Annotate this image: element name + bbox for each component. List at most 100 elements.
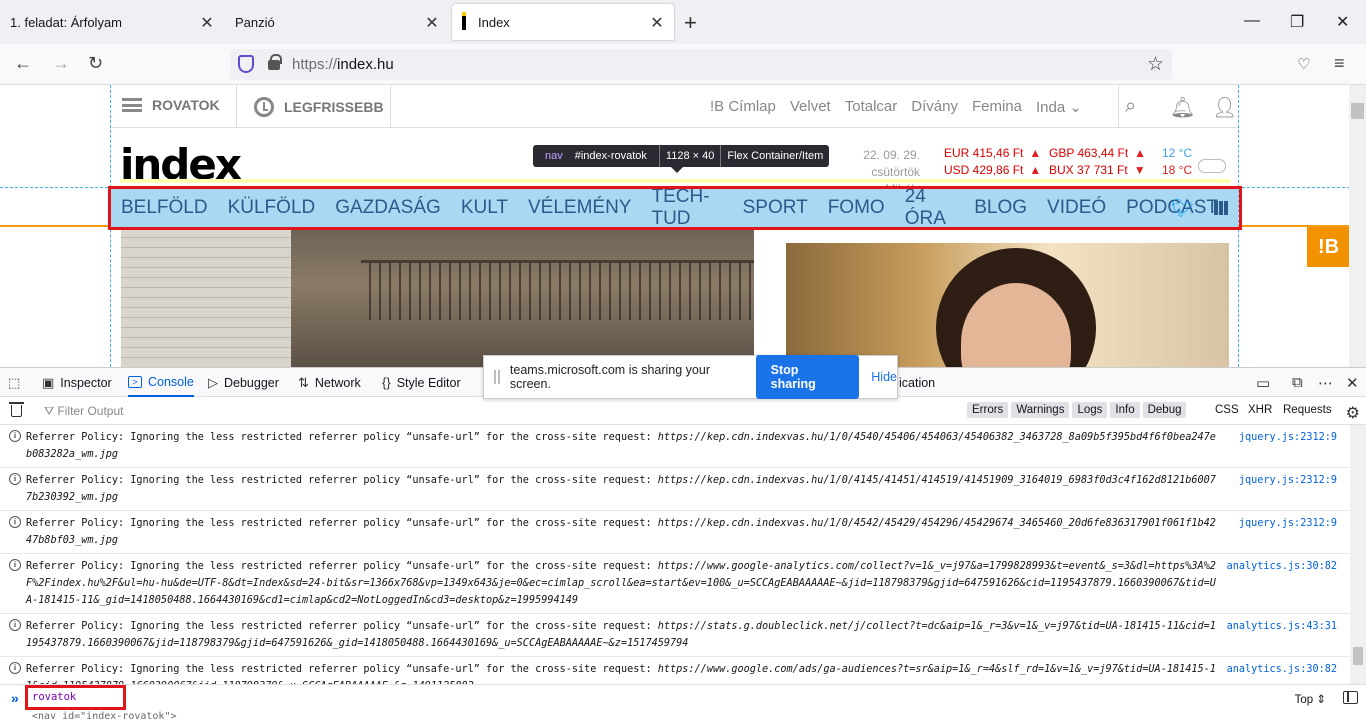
search-icon[interactable]: ⌕ (1125, 95, 1136, 118)
message-source-link[interactable]: jquery.js:2312:9 (1239, 429, 1337, 446)
console-message[interactable]: i Referrer Policy: Ignoring the less rest… (0, 554, 1350, 614)
info-icon: i (9, 430, 21, 442)
browser-tab-arfolyam[interactable]: 1. feladat: Árfolyam ✕ (0, 4, 224, 40)
menu-icon[interactable]: ≡ (1334, 53, 1345, 74)
eur-rate: EUR 415,46 Ft (944, 146, 1024, 160)
sidebar-toggle-icon[interactable] (1343, 691, 1358, 704)
more-options-icon[interactable]: ⋯ (1318, 374, 1333, 392)
window-close-icon[interactable]: ✕ (1336, 12, 1349, 32)
minimize-icon[interactable]: — (1244, 12, 1260, 30)
link-ib-cimlap[interactable]: !B Címlap (710, 98, 776, 116)
scrollbar-thumb[interactable] (1353, 647, 1363, 665)
close-icon[interactable]: ✕ (198, 13, 216, 33)
temp-low: 12 °C (1162, 146, 1193, 160)
console-message[interactable]: i Referrer Policy: Ignoring the less rest… (0, 614, 1350, 657)
stop-sharing-button[interactable]: Stop sharing (755, 355, 860, 399)
back-arrow-icon[interactable]: ← (14, 53, 32, 74)
bell-icon[interactable]: 🔔︎ (1170, 95, 1195, 120)
ib-badge[interactable]: !B (1307, 227, 1350, 267)
browser-tab-index[interactable]: Index ✕ (452, 4, 674, 40)
message-source-link[interactable]: analytics.js:30:82 (1227, 661, 1337, 678)
close-icon[interactable]: ✕ (423, 13, 441, 33)
info-icon: i (9, 559, 21, 571)
tab-title: 1. feladat: Árfolyam (10, 14, 122, 30)
forward-arrow-icon[interactable]: → (52, 53, 70, 74)
lock-icon[interactable] (268, 54, 282, 70)
filter-errors-button[interactable]: Errors (967, 402, 1009, 418)
filter-info-button[interactable]: Info (1110, 402, 1140, 418)
article-image-portrait[interactable] (786, 243, 1229, 367)
gear-icon[interactable]: ⚙ (1346, 403, 1360, 423)
page-scrollbar[interactable] (1349, 85, 1366, 367)
url-text[interactable]: https://index.hu (292, 56, 394, 73)
console-message[interactable]: i Referrer Policy: Ignoring the less rest… (0, 468, 1350, 511)
tab-application[interactable]: ication (899, 368, 935, 397)
console-message[interactable]: i Referrer Policy: Ignoring the less rest… (0, 425, 1350, 468)
maximize-icon[interactable]: ❐ (1290, 12, 1304, 32)
filter-warnings-button[interactable]: Warnings (1011, 402, 1070, 418)
filter-requests-button[interactable]: Requests (1283, 404, 1332, 416)
tab-console[interactable]: > Console (128, 368, 194, 397)
pocket-icon[interactable]: ♡ (1297, 55, 1310, 73)
filter-xhr-button[interactable]: XHR (1248, 404, 1272, 416)
close-icon[interactable]: ✕ (648, 13, 666, 33)
filter-logs-button[interactable]: Logs (1072, 402, 1108, 418)
filter-output-input[interactable]: ⛛ Filter Output (44, 404, 123, 419)
usd-rate: USD 429,86 Ft (944, 163, 1024, 177)
console-message[interactable]: i Referrer Policy: Ignoring the less rest… (0, 657, 1350, 684)
tab-style-editor[interactable]: {} Style Editor (382, 368, 461, 397)
tab-debugger[interactable]: ▷ Debugger (208, 368, 279, 397)
legfrissebb-button[interactable]: LEGFRISSEBB (254, 97, 384, 117)
message-source-link[interactable]: jquery.js:2312:9 (1239, 515, 1337, 532)
rovatok-menu-button[interactable]: ROVATOK (122, 97, 220, 113)
hide-button[interactable]: Hide (871, 370, 897, 384)
responsive-design-icon[interactable]: ▭ (1256, 374, 1270, 392)
message-prefix: Referrer Policy: Ignoring the less restr… (26, 518, 658, 529)
exchange-rates-left[interactable]: EUR 415,46 Ft ▲ USD 429,86 Ft ▲ (944, 145, 1041, 179)
annotation-highlight-box (25, 685, 126, 710)
shield-icon[interactable] (238, 55, 254, 73)
tab-network[interactable]: ⇅ Network (298, 368, 361, 397)
tab-inspector[interactable]: ▣ Inspector (42, 368, 112, 397)
reload-icon[interactable]: ↻ (88, 53, 103, 74)
link-velvet[interactable]: Velvet (790, 98, 831, 116)
link-inda[interactable]: Inda ⌄ (1036, 98, 1082, 116)
user-icon[interactable]: 👤︎ (1212, 95, 1237, 120)
new-tab-icon[interactable]: + (684, 10, 697, 36)
article-image-building[interactable] (121, 230, 754, 367)
message-prefix: Referrer Policy: Ignoring the less restr… (26, 621, 658, 632)
link-femina[interactable]: Femina (972, 98, 1022, 116)
devtools-panel: ⬚ ▣ Inspector > Console ▷ Debugger ⇅ Network… (0, 367, 1366, 724)
network-icon: ⇅ (298, 374, 309, 390)
link-divany[interactable]: Dívány (911, 98, 958, 116)
console-message[interactable]: i Referrer Policy: Ignoring the less rest… (0, 511, 1350, 554)
site-header: ROVATOK LEGFRISSEBB !B Címlap Velvet Tot… (110, 85, 1240, 128)
weather-widget[interactable]: 12 °C 18 °C (1162, 145, 1192, 179)
page-viewport: ROVATOK LEGFRISSEBB !B Címlap Velvet Tot… (0, 85, 1366, 367)
message-source-link[interactable]: analytics.js:43:31 (1227, 618, 1337, 635)
inspector-tooltip: nav #index-rovatok 1128 × 40 Flex Contain… (533, 145, 830, 173)
filter-css-button[interactable]: CSS (1215, 404, 1239, 416)
url-bar[interactable]: https://index.hu ☆ (230, 49, 1172, 80)
console-scrollbar[interactable] (1350, 425, 1366, 684)
dock-icon[interactable]: ⧉ (1292, 374, 1303, 391)
drag-handle-icon[interactable] (494, 370, 500, 384)
arrow-down-icon: ▼ (1133, 163, 1146, 177)
context-selector[interactable]: Top ⇕ (1295, 692, 1326, 706)
debugger-icon: ▷ (208, 374, 218, 390)
element-picker-icon[interactable]: ⬚ (8, 368, 20, 397)
arrow-up-icon: ▲ (1029, 163, 1042, 177)
console-result[interactable]: <nav id="index-rovatok"> (32, 711, 177, 722)
trash-icon[interactable] (9, 402, 24, 417)
link-totalcar[interactable]: Totalcar (845, 98, 898, 116)
close-devtools-icon[interactable]: ✕ (1346, 374, 1359, 392)
message-prefix: Referrer Policy: Ignoring the less restr… (26, 475, 658, 486)
bookmark-star-icon[interactable]: ☆ (1147, 53, 1164, 76)
exchange-rates-right[interactable]: GBP 463,44 Ft ▲ BUX 37 731 Ft ▼ (1049, 145, 1146, 179)
message-source-link[interactable]: jquery.js:2312:9 (1239, 472, 1337, 489)
tab-label: ication (899, 375, 936, 390)
message-source-link[interactable]: analytics.js:30:82 (1227, 558, 1337, 575)
browser-tab-panzio[interactable]: Panzió ✕ (225, 4, 449, 40)
filter-debug-button[interactable]: Debug (1142, 402, 1187, 418)
scrollbar-thumb[interactable] (1351, 103, 1364, 119)
